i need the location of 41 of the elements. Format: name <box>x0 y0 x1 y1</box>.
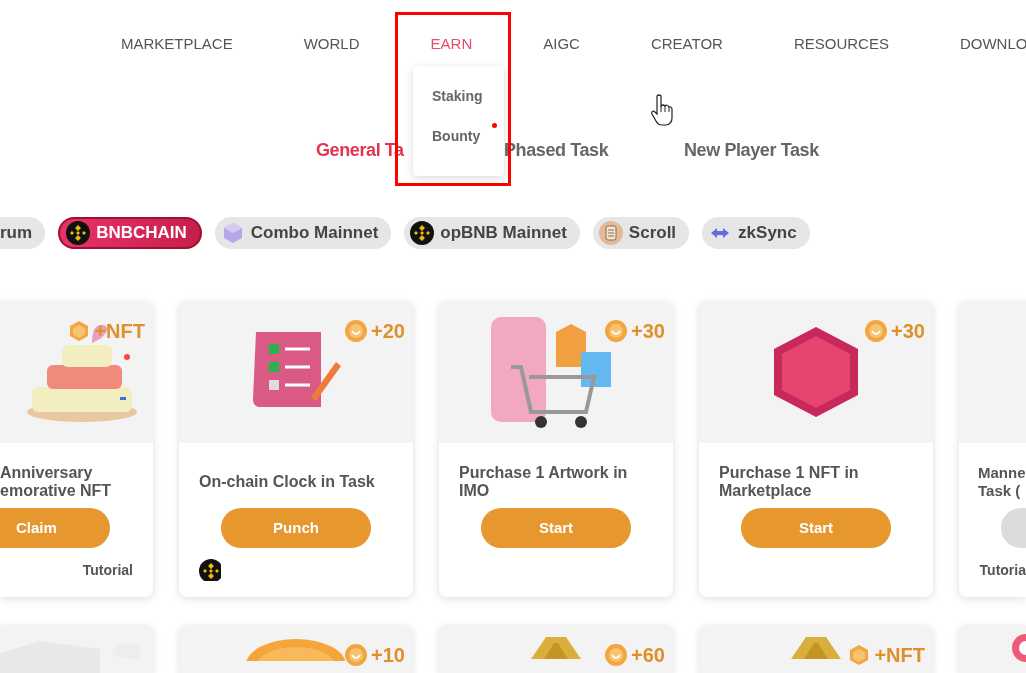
coin-icon <box>865 320 888 342</box>
nav-link[interactable]: RESOURCES <box>793 35 889 53</box>
chain-logo-icon <box>410 221 435 245</box>
hand-cursor-icon <box>651 94 673 126</box>
coin-icon <box>605 320 628 342</box>
task-title: Manne Task ( <box>978 464 1026 500</box>
task-title: On-chain Clock in Task <box>199 473 375 491</box>
coin-icon <box>605 644 628 666</box>
tutorial-link[interactable]: Tutorial <box>82 560 133 581</box>
coin-icon <box>345 320 368 342</box>
reward-amount: +NFT <box>94 320 145 342</box>
task-tab[interactable]: New Player Task <box>684 138 884 162</box>
menu-item[interactable]: Bounty <box>432 127 481 145</box>
reward-amount: +10 <box>371 644 405 666</box>
chain-filter[interactable]: BNBCHAIN <box>58 217 202 249</box>
reward-amount: +60 <box>631 644 665 666</box>
chain-logo-icon <box>66 221 91 245</box>
nft-badge-icon <box>68 320 91 342</box>
coin-icon <box>345 644 368 666</box>
scroll-icon <box>598 221 623 245</box>
task-title: Purchase 1 NFT in Marketplace <box>719 464 859 500</box>
reward-amount: +30 <box>891 320 925 342</box>
reward-amount: +NFT <box>874 644 925 666</box>
nav-link[interactable]: MARKETPLACE <box>121 35 233 53</box>
menu-item[interactable]: Staking <box>432 87 483 105</box>
nav-link[interactable]: AIGC <box>543 35 580 53</box>
chain-filter[interactable]: zkSync <box>702 217 810 249</box>
nav-link[interactable]: EARN <box>430 35 473 53</box>
nav-link[interactable]: CREATOR <box>650 35 723 53</box>
reward-amount: +20 <box>371 320 405 342</box>
chain-filter[interactable]: rum <box>0 217 46 249</box>
nav-link[interactable]: WORLD <box>303 35 360 53</box>
tutorial-link[interactable]: Tutoria <box>979 560 1026 581</box>
reward-amount: +30 <box>631 320 665 342</box>
chain-filter[interactable]: Combo Mainnet <box>214 217 392 249</box>
chain-filter[interactable]: Scroll <box>592 217 690 249</box>
nft-badge-icon <box>848 644 871 666</box>
task-title: Anniversary emorative NFT <box>0 464 112 500</box>
task-title: Purchase 1 Artwork in IMO <box>459 464 628 500</box>
chain-filter[interactable]: opBNB Mainnet <box>404 217 580 249</box>
nav-link[interactable]: DOWNLO <box>959 35 1026 53</box>
